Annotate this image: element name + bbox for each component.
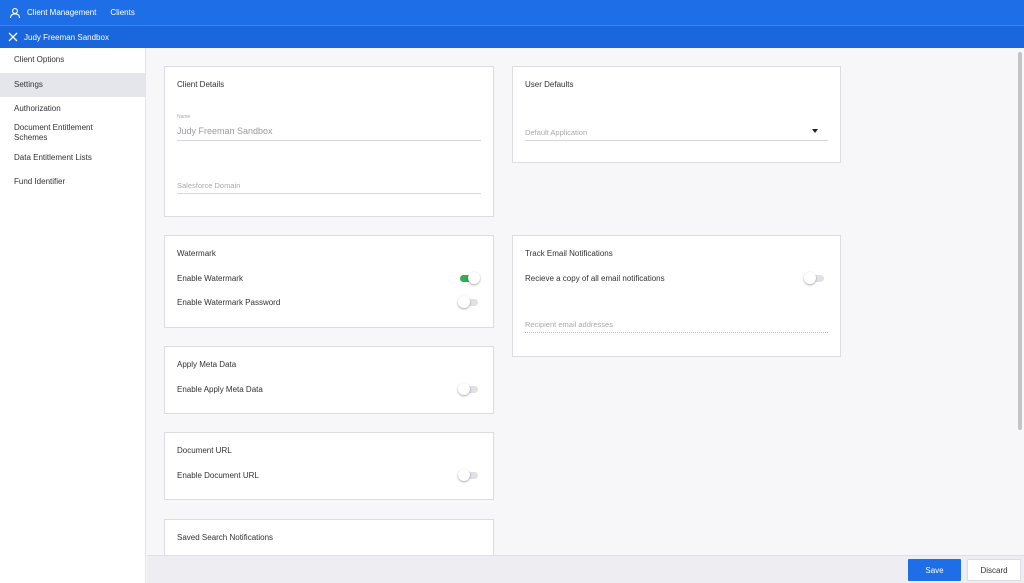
salesforce-domain-placeholder: Salesforce Domain	[177, 181, 241, 190]
sidebar-item-label: Data Entitlement Lists	[14, 153, 92, 162]
client-title: Judy Freeman Sandbox	[24, 32, 109, 42]
recipient-email-placeholder: Recipient email addresses	[525, 320, 613, 329]
saved-search-notifications-card: Saved Search Notifications	[164, 519, 494, 555]
name-field-value: Judy Freeman Sandbox	[177, 126, 273, 136]
sidebar-item-client-options[interactable]: Client Options	[0, 55, 146, 65]
user-icon	[9, 7, 21, 18]
enable-watermark-password-toggle[interactable]	[458, 296, 480, 308]
card-title: Apply Meta Data	[177, 360, 237, 369]
card-title: Track Email Notifications	[525, 249, 613, 258]
close-icon[interactable]	[8, 32, 18, 42]
toggle-knob	[458, 296, 470, 308]
card-title: Client Details	[177, 80, 225, 89]
enable-document-url-toggle[interactable]	[458, 469, 480, 481]
receive-copy-toggle[interactable]	[804, 272, 826, 284]
card-title: User Defaults	[525, 80, 574, 89]
enable-document-url-label: Enable Document URL	[177, 471, 259, 480]
top-navigation-bar: Client Management Clients	[0, 0, 1024, 25]
sidebar-item-authorization[interactable]: Authorization	[0, 104, 146, 114]
recipient-email-field[interactable]: Recipient email addresses	[525, 317, 828, 333]
sidebar-item-label: Document Entitlement Schemes	[14, 123, 93, 142]
sidebar-item-data-entitlement-lists[interactable]: Data Entitlement Lists	[0, 153, 146, 163]
enable-watermark-toggle[interactable]	[458, 272, 480, 284]
toggle-knob	[468, 272, 480, 284]
sidebar-item-label: Settings	[14, 80, 43, 89]
settings-panel: Client Details Name Judy Freeman Sandbox…	[147, 48, 1016, 555]
card-title: Saved Search Notifications	[177, 533, 274, 542]
salesforce-domain-field[interactable]: Salesforce Domain	[177, 178, 481, 194]
sidebar-item-document-entitlement-schemes[interactable]: Document Entitlement Schemes	[0, 123, 110, 143]
sidebar-item-label: Client Options	[14, 55, 65, 64]
toggle-knob	[804, 272, 816, 284]
scrollbar[interactable]	[1016, 48, 1024, 555]
sidebar-item-label: Fund Identifier	[14, 177, 66, 186]
discard-button[interactable]: Discard	[967, 559, 1021, 581]
breadcrumb-client-management[interactable]: Client Management	[27, 8, 96, 17]
breadcrumb-clients[interactable]: Clients	[110, 8, 134, 17]
save-button[interactable]: Save	[908, 559, 961, 581]
enable-watermark-password-label: Enable Watermark Password	[177, 298, 281, 307]
track-email-notifications-card: Track Email Notifications Recieve a copy…	[512, 235, 841, 357]
sidebar: Client Options Settings Authorization Do…	[0, 48, 146, 583]
apply-meta-data-card: Apply Meta Data Enable Apply Meta Data	[164, 346, 494, 414]
sidebar-item-label: Authorization	[14, 104, 61, 113]
sidebar-item-fund-identifier[interactable]: Fund Identifier	[0, 177, 146, 187]
client-details-card: Client Details Name Judy Freeman Sandbox…	[164, 66, 494, 217]
card-title: Watermark	[177, 249, 216, 258]
toggle-knob	[458, 469, 470, 481]
scrollbar-thumb[interactable]	[1018, 52, 1022, 430]
user-defaults-card: User Defaults Default Application	[512, 66, 841, 163]
sidebar-item-settings[interactable]: Settings	[0, 73, 146, 97]
enable-meta-data-toggle[interactable]	[458, 383, 480, 395]
default-application-placeholder: Default Application	[525, 128, 588, 137]
name-field-label: Name	[177, 114, 191, 120]
document-url-card: Document URL Enable Document URL	[164, 432, 494, 500]
toggle-knob	[458, 383, 470, 395]
default-application-select[interactable]: Default Application	[525, 124, 828, 141]
receive-copy-label: Recieve a copy of all email notification…	[525, 274, 665, 283]
enable-watermark-label: Enable Watermark	[177, 274, 243, 283]
enable-meta-data-label: Enable Apply Meta Data	[177, 385, 263, 394]
client-header-bar: Judy Freeman Sandbox	[0, 25, 1024, 48]
name-field[interactable]: Name Judy Freeman Sandbox	[177, 114, 481, 141]
chevron-down-icon	[812, 129, 818, 133]
card-title: Document URL	[177, 446, 232, 455]
watermark-card: Watermark Enable Watermark Enable Waterm…	[164, 235, 494, 328]
action-bar: Save Discard	[147, 555, 1024, 583]
